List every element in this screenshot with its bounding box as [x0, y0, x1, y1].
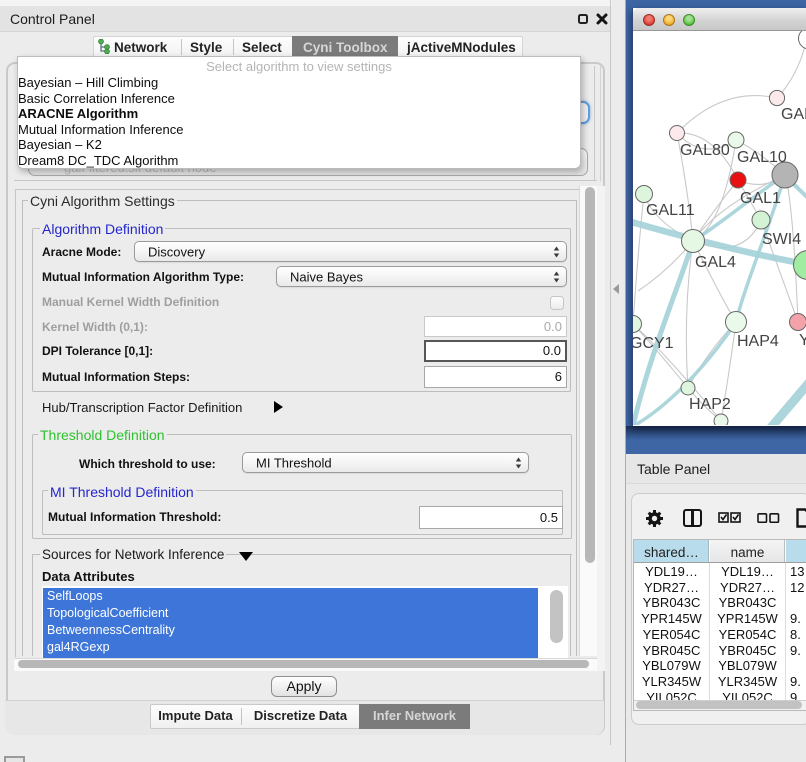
svg-text:GCY1: GCY1 [633, 335, 674, 352]
svg-text:GAL: GAL [781, 106, 806, 123]
svg-text:GAL4: GAL4 [695, 254, 736, 271]
svg-text:HAP4: HAP4 [737, 333, 779, 350]
svg-text:GAL80: GAL80 [680, 142, 730, 159]
svg-text:GAL11: GAL11 [646, 202, 695, 219]
svg-text:Y: Y [799, 332, 806, 349]
svg-text:GAL1: GAL1 [740, 190, 781, 207]
svg-text:GAL10: GAL10 [737, 149, 787, 166]
svg-text:HAP2: HAP2 [689, 396, 731, 413]
svg-text:SWI4: SWI4 [762, 231, 801, 248]
